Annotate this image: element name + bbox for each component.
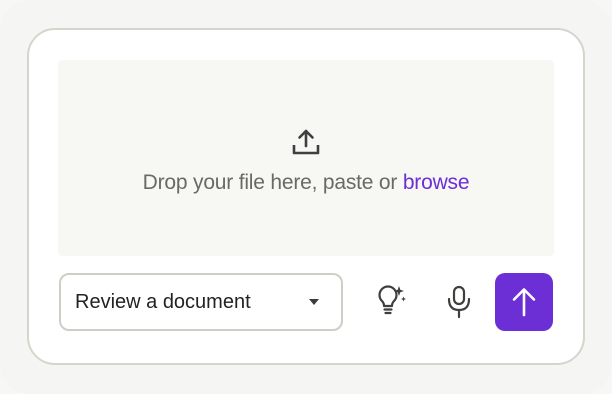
lightbulb-sparkle-icon [378,285,406,315]
composer-card: Drop your file here, paste or browse Rev… [27,28,585,365]
browse-link[interactable]: browse [403,171,470,194]
task-select[interactable]: Review a document [59,273,343,331]
dropzone-instructions: Drop your file here, paste or browse [143,171,470,195]
task-select-value: Review a document [75,290,251,313]
voice-input-button[interactable] [437,280,481,324]
microphone-icon [447,285,471,319]
send-button[interactable] [495,273,553,331]
suggest-button[interactable] [367,280,411,324]
chevron-down-icon [309,299,319,305]
arrow-up-icon [512,288,536,317]
composer-background: Drop your file here, paste or browse Rev… [0,0,612,394]
upload-icon [292,129,320,155]
dropzone-text: Drop your file here, paste or [142,171,398,194]
file-dropzone[interactable]: Drop your file here, paste or browse [58,60,554,256]
